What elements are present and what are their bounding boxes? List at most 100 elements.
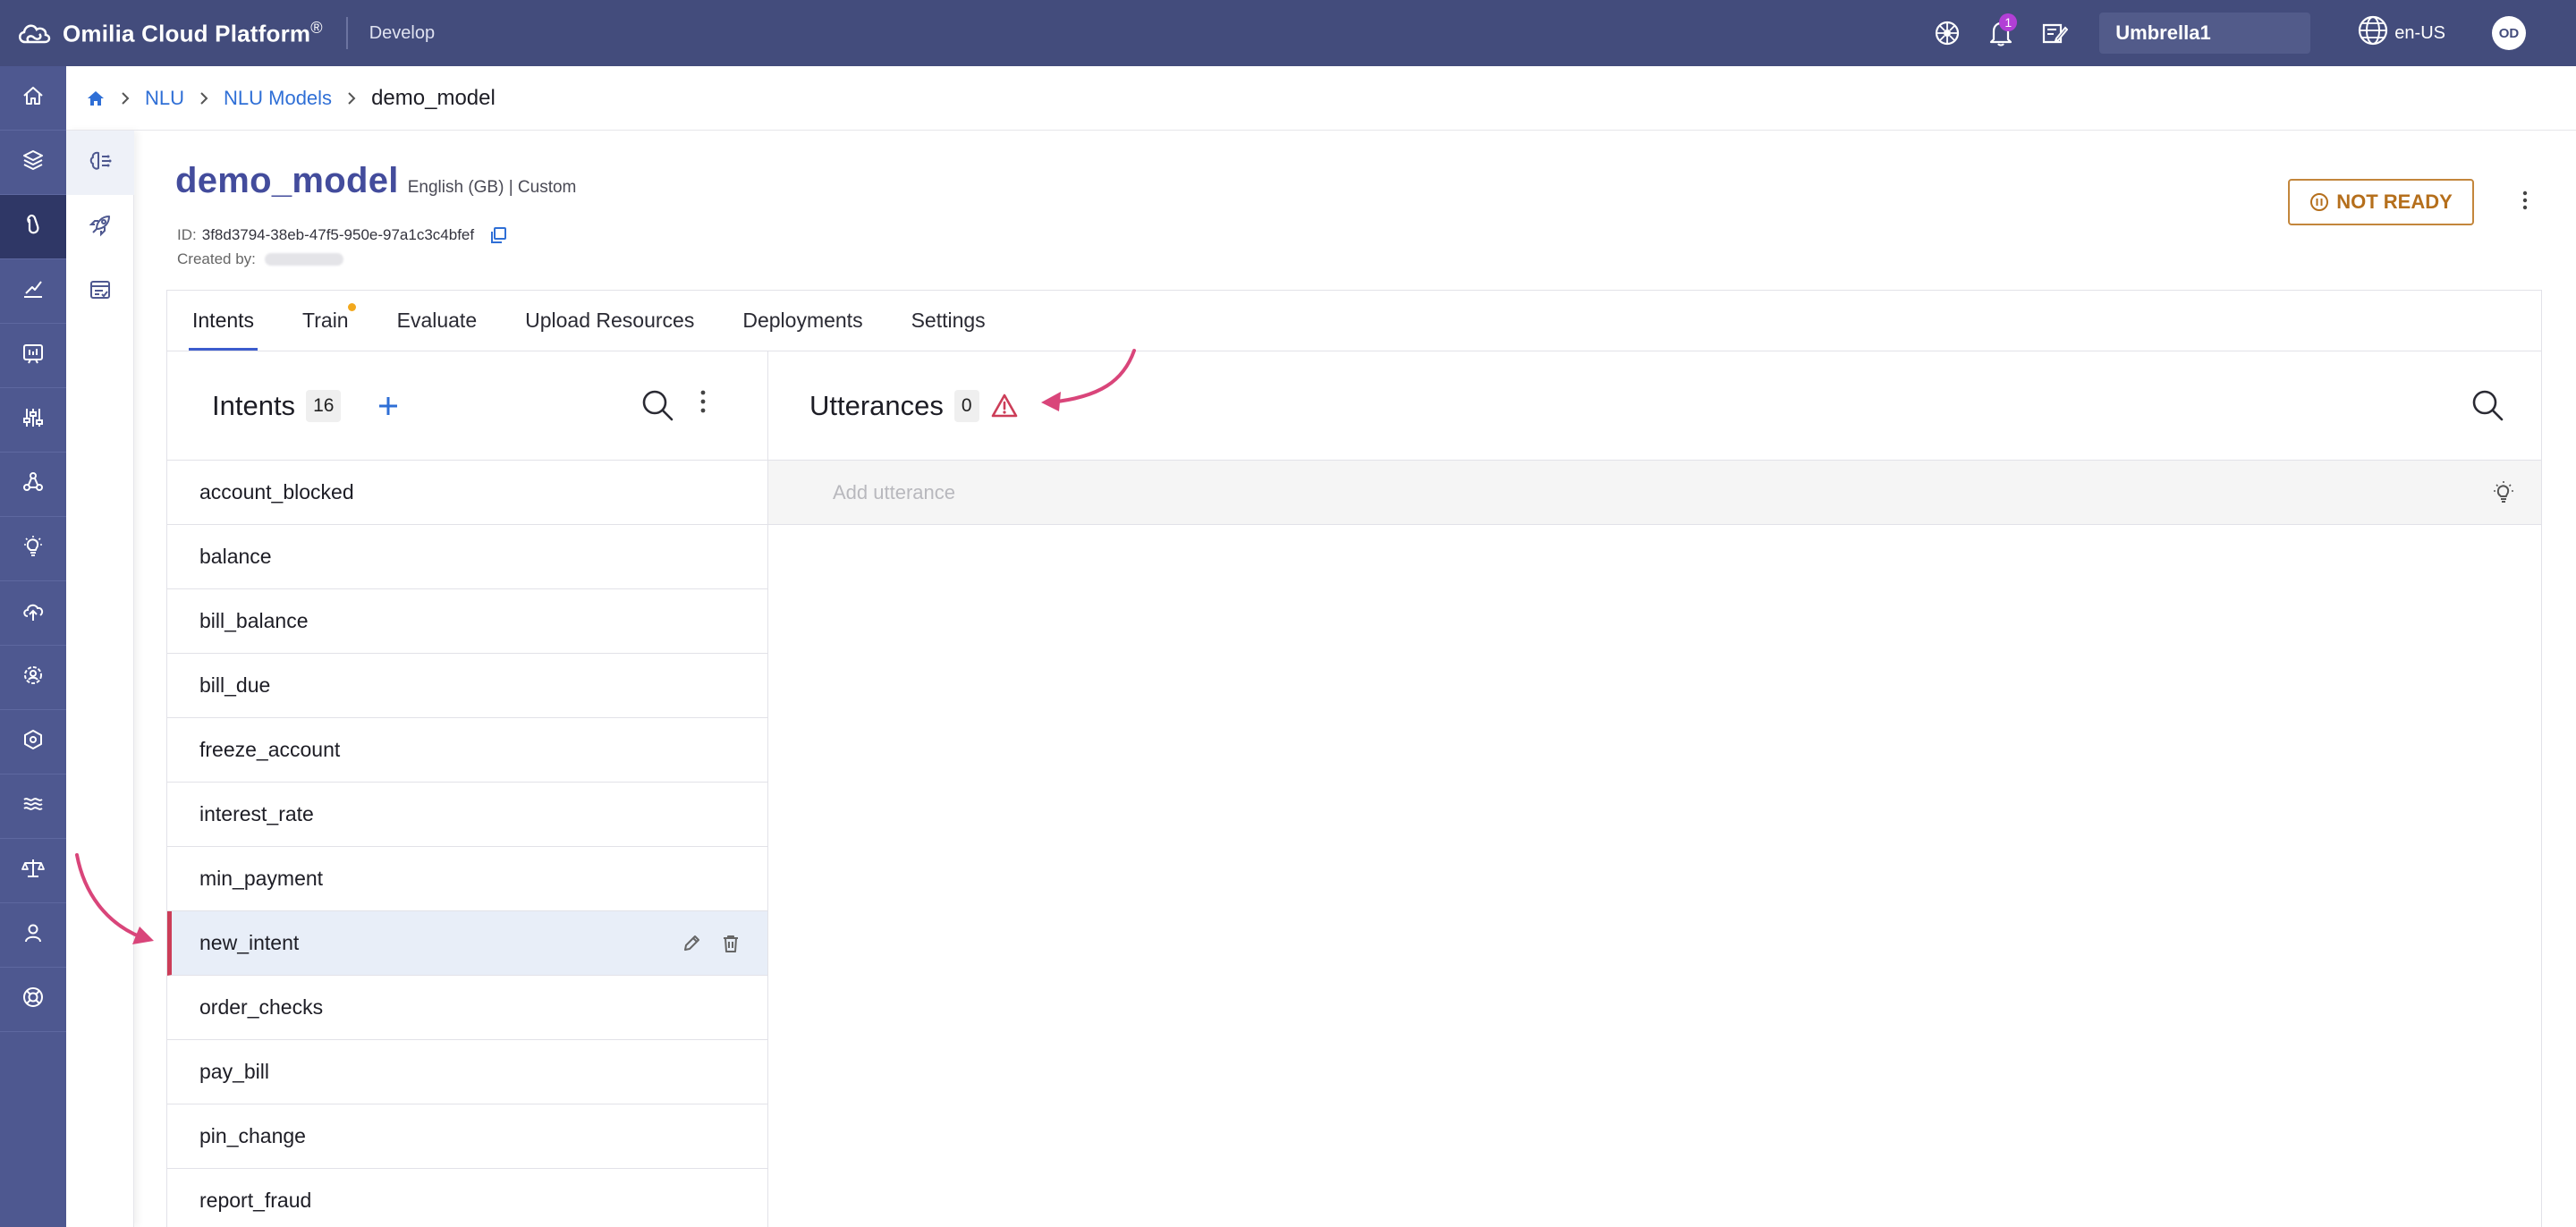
intent-row[interactable]: pay_bill xyxy=(167,1040,767,1104)
nav-support[interactable] xyxy=(0,968,66,1032)
tab-label: Settings xyxy=(911,309,986,332)
nav-packages[interactable] xyxy=(0,710,66,774)
breadcrumb-home-icon[interactable] xyxy=(86,89,106,107)
pencil-icon xyxy=(684,935,699,951)
tab-label: Evaluate xyxy=(396,309,478,332)
intent-search-button[interactable] xyxy=(640,387,675,427)
lightbulb-icon xyxy=(21,535,45,563)
model-tabs: Intents Train Evaluate Upload Resources … xyxy=(167,291,2541,351)
tab-intents[interactable]: Intents xyxy=(189,309,258,351)
intent-row[interactable]: report_fraud xyxy=(167,1169,767,1227)
nav-flows[interactable] xyxy=(0,453,66,517)
brain-icon xyxy=(88,149,113,177)
intent-name: pin_change xyxy=(199,1124,306,1147)
tab-evaluate[interactable]: Evaluate xyxy=(394,309,481,351)
chevron-right-icon xyxy=(199,90,209,106)
intent-row[interactable]: balance xyxy=(167,525,767,589)
intent-row[interactable]: freeze_account xyxy=(167,718,767,783)
scales-icon xyxy=(21,857,45,884)
utterances-count-badge: 0 xyxy=(953,389,979,422)
add-utterance-input[interactable] xyxy=(833,480,2353,504)
subnav-models[interactable] xyxy=(66,131,134,195)
breadcrumb-link-nlu-models[interactable]: NLU Models xyxy=(224,87,332,110)
brand[interactable]: Omilia Cloud Platform® xyxy=(14,13,323,53)
intent-row[interactable]: pin_change xyxy=(167,1104,767,1169)
nav-cloud[interactable] xyxy=(0,581,66,646)
search-icon xyxy=(642,390,674,421)
intent-row[interactable]: order_checks xyxy=(167,976,767,1040)
tab-upload-resources[interactable]: Upload Resources xyxy=(521,309,698,351)
nav-compliance[interactable] xyxy=(0,839,66,903)
nav-layers[interactable] xyxy=(0,131,66,195)
model-more-menu[interactable] xyxy=(2512,184,2538,220)
nav-ideas[interactable] xyxy=(0,517,66,581)
apps-wheel-icon[interactable] xyxy=(1928,13,1967,53)
tab-label: Intents xyxy=(192,309,255,332)
status-badge[interactable]: NOT READY xyxy=(2288,179,2474,225)
layers-icon xyxy=(21,148,45,176)
utterance-search-button[interactable] xyxy=(2470,387,2505,427)
tab-label: Deployments xyxy=(742,309,863,332)
intents-more-menu[interactable] xyxy=(700,389,706,419)
nav-analytics[interactable] xyxy=(0,259,66,324)
copy-icon[interactable] xyxy=(488,225,508,245)
nav-admin[interactable] xyxy=(0,646,66,710)
organization-select[interactable]: Umbrella1 xyxy=(2099,13,2311,54)
intent-row[interactable]: bill_due xyxy=(167,654,767,718)
waves-icon xyxy=(21,792,45,820)
subnav-deploy[interactable] xyxy=(66,195,134,259)
intent-row-selected[interactable]: new_intent xyxy=(167,911,767,976)
nav-settings-sliders[interactable] xyxy=(0,388,66,453)
intent-row[interactable]: account_blocked xyxy=(167,461,767,525)
model-panel: Intents Train Evaluate Upload Resources … xyxy=(166,290,2542,1227)
brand-name-text: Omilia Cloud Platform xyxy=(63,20,311,47)
train-pending-dot xyxy=(347,303,356,311)
edit-intent-button[interactable] xyxy=(682,934,701,953)
intents-column: Intents 16 account_blocked balance bill_… xyxy=(167,351,768,1227)
intents-header: Intents 16 xyxy=(167,351,767,461)
tab-label: Upload Resources xyxy=(525,309,695,332)
network-icon xyxy=(21,470,45,498)
subnav-review[interactable] xyxy=(66,259,134,324)
tab-settings[interactable]: Settings xyxy=(908,309,989,351)
intent-row[interactable]: interest_rate xyxy=(167,783,767,847)
intent-row[interactable]: bill_balance xyxy=(167,589,767,654)
language-selector[interactable]: en-US xyxy=(2357,14,2445,52)
intent-row[interactable]: min_payment xyxy=(167,847,767,911)
utterances-header: Utterances 0 xyxy=(768,351,2541,461)
sliders-icon xyxy=(21,406,45,434)
warning-icon[interactable] xyxy=(990,393,1019,419)
main-navigation-rail xyxy=(0,66,66,1227)
hexagon-icon xyxy=(21,728,45,756)
tab-label: Train xyxy=(302,309,349,332)
checklist-icon xyxy=(89,278,112,306)
add-intent-button[interactable] xyxy=(377,394,400,418)
release-notes-icon[interactable] xyxy=(2035,13,2074,53)
kebab-icon xyxy=(700,390,706,413)
tab-deployments[interactable]: Deployments xyxy=(739,309,866,351)
intent-name: pay_bill xyxy=(199,1060,269,1083)
breadcrumb-link-nlu[interactable]: NLU xyxy=(145,87,184,110)
nav-users[interactable] xyxy=(0,903,66,968)
intent-name: new_intent xyxy=(199,931,300,954)
user-avatar[interactable]: OD xyxy=(2492,16,2526,50)
created-by-label: Created by: xyxy=(177,250,256,267)
utterances-title: Utterances xyxy=(809,389,944,421)
nav-nlu[interactable] xyxy=(0,195,66,259)
kebab-icon xyxy=(2522,190,2528,216)
intents-count-badge: 16 xyxy=(306,389,342,422)
model-language-type: English (GB) | Custom xyxy=(407,178,577,197)
created-by: Created by: xyxy=(177,250,343,268)
bell-icon[interactable]: 1 xyxy=(1981,13,2021,53)
utterances-column: Utterances 0 xyxy=(768,351,2541,1227)
rocket-icon xyxy=(88,213,113,242)
nav-insights[interactable] xyxy=(0,324,66,388)
nav-home[interactable] xyxy=(0,66,66,131)
language-label: en-US xyxy=(2394,22,2445,43)
user-icon xyxy=(21,921,45,949)
nav-speech[interactable] xyxy=(0,774,66,839)
lifebuoy-icon xyxy=(21,986,45,1013)
tab-train[interactable]: Train xyxy=(299,303,356,351)
lightbulb-icon[interactable] xyxy=(2491,480,2516,505)
delete-intent-button[interactable] xyxy=(721,934,741,953)
